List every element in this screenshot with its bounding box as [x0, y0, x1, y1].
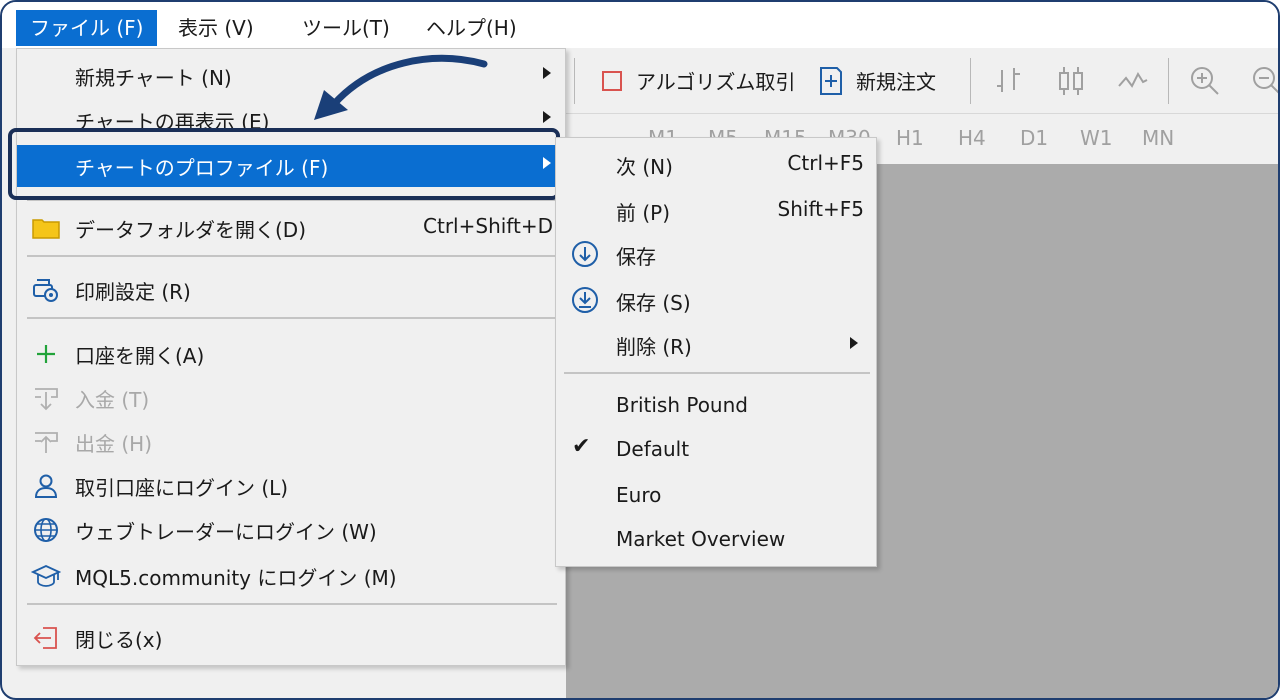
submenu-item-save-as[interactable]: 保存 (S) [556, 280, 876, 320]
zoom-in-icon[interactable] [1188, 64, 1222, 98]
profile-label: Market Overview [616, 527, 786, 551]
menu-item-shortcut: Ctrl+Shift+D [423, 214, 553, 238]
submenu-arrow-icon [543, 67, 551, 79]
menu-item-label: ウェブトレーダーにログイン (W) [75, 520, 377, 544]
profile-item-british-pound[interactable]: British Pound [556, 386, 876, 426]
new-order-button[interactable]: 新規注文 [856, 66, 936, 95]
folder-icon [32, 219, 60, 239]
withdraw-icon [35, 432, 58, 453]
user-icon [34, 474, 58, 498]
print-settings-icon [33, 279, 58, 302]
menu-item-label: 閉じる(x) [75, 628, 163, 652]
submenu-item-label: 次 (N) [616, 155, 673, 179]
menu-separator [27, 603, 557, 605]
line-chart-icon[interactable] [1116, 64, 1150, 98]
timeframe-mn[interactable]: MN [1142, 126, 1174, 150]
profile-item-default[interactable]: ✔ Default [556, 430, 876, 470]
menu-item-new-chart[interactable]: 新規チャート (N) [17, 55, 565, 95]
candlestick-icon[interactable] [1054, 64, 1088, 98]
menu-item-label: 印刷設定 (R) [75, 280, 191, 304]
menu-item-close[interactable]: 閉じる(x) [17, 617, 565, 657]
menu-bar: ファイル (F) 表示 (V) ツール(T) ヘルプ(H) [2, 2, 1278, 48]
app-window: ファイル (F) 表示 (V) ツール(T) ヘルプ(H) アルゴリズム取引 新… [0, 0, 1280, 700]
submenu-item-label: 保存 [616, 245, 656, 269]
submenu-arrow-icon [850, 337, 858, 349]
profile-item-market-overview[interactable]: Market Overview [556, 520, 876, 560]
checkmark-icon: ✔ [572, 434, 591, 459]
deposit-icon [35, 388, 58, 411]
algo-trading-icon [602, 71, 622, 91]
submenu-separator [564, 372, 870, 374]
menu-item-withdraw: 出金 (H) [17, 421, 565, 461]
menu-item-label: 新規チャート (N) [75, 66, 232, 90]
profile-label: Default [616, 437, 690, 461]
submenu-item-shortcut: Shift+F5 [777, 197, 864, 221]
toolbar-separator [1168, 58, 1169, 104]
globe-icon [34, 518, 58, 542]
timeframe-h4[interactable]: H4 [958, 126, 986, 150]
graduation-cap-icon [31, 565, 61, 587]
menu-view[interactable]: 表示 (V) [164, 10, 268, 46]
menu-item-login-webtrader[interactable]: ウェブトレーダーにログイン (W) [17, 509, 565, 549]
menu-item-label: MQL5.community にログイン (M) [75, 566, 397, 590]
toolbar-separator [970, 58, 971, 104]
menu-tools[interactable]: ツール(T) [288, 10, 404, 46]
menu-item-open-account[interactable]: 口座を開く(A) [17, 333, 565, 373]
toolbar-separator [574, 58, 575, 104]
toolbar: アルゴリズム取引 新規注文 [566, 48, 1280, 114]
submenu-item-label: 前 (P) [616, 201, 671, 225]
menu-item-label: 出金 (H) [75, 432, 153, 456]
plus-icon [37, 345, 55, 363]
menu-item-print-setup[interactable]: 印刷設定 (R) [17, 269, 565, 309]
timeframe-h1[interactable]: H1 [896, 126, 924, 150]
submenu-item-save[interactable]: 保存 [556, 234, 876, 274]
new-order-icon [820, 67, 842, 95]
menu-item-deposit: 入金 (T) [17, 377, 565, 417]
menu-item-login-trade-account[interactable]: 取引口座にログイン (L) [17, 465, 565, 505]
menu-item-label: 口座を開く(A) [75, 344, 205, 368]
profile-label: Euro [616, 483, 662, 507]
submenu-item-label: 削除 (R) [616, 335, 692, 359]
menu-item-label: 取引口座にログイン (L) [75, 476, 289, 500]
algo-trading-button[interactable]: アルゴリズム取引 [636, 66, 795, 95]
submenu-item-shortcut: Ctrl+F5 [787, 151, 864, 175]
submenu-item-label: 保存 (S) [616, 291, 691, 315]
menu-item-label: 入金 (T) [75, 388, 150, 412]
menu-item-reopen-chart[interactable]: チャートの再表示 (E) [17, 99, 565, 129]
menu-item-login-mql5[interactable]: MQL5.community にログイン (M) [17, 555, 565, 595]
zoom-out-icon[interactable] [1250, 64, 1280, 98]
menu-item-open-data-folder[interactable]: データフォルダを開く(D) Ctrl+Shift+D [17, 207, 565, 247]
submenu-item-next[interactable]: 次 (N) Ctrl+F5 [556, 144, 876, 184]
timeframe-w1[interactable]: W1 [1080, 126, 1113, 150]
menu-item-label: チャートの再表示 (E) [75, 110, 270, 129]
timeframe-d1[interactable]: D1 [1020, 126, 1048, 150]
exit-icon [33, 627, 57, 649]
highlight-callout [8, 128, 560, 200]
save-as-icon [572, 287, 598, 313]
menu-help[interactable]: ヘルプ(H) [412, 10, 531, 46]
menu-file[interactable]: ファイル (F) [16, 10, 158, 46]
menu-separator [27, 255, 557, 257]
submenu-item-delete[interactable]: 削除 (R) [556, 324, 876, 364]
chart-profiles-submenu: 次 (N) Ctrl+F5 前 (P) Shift+F5 保存 保存 (S) 削… [555, 137, 877, 567]
submenu-item-prev[interactable]: 前 (P) Shift+F5 [556, 190, 876, 230]
save-icon [572, 241, 598, 267]
profile-item-euro[interactable]: Euro [556, 476, 876, 516]
menu-item-label: データフォルダを開く(D) [75, 218, 307, 242]
submenu-arrow-icon [543, 111, 551, 123]
bar-chart-icon[interactable] [992, 64, 1026, 98]
profile-label: British Pound [616, 393, 748, 417]
menu-separator [27, 317, 557, 319]
